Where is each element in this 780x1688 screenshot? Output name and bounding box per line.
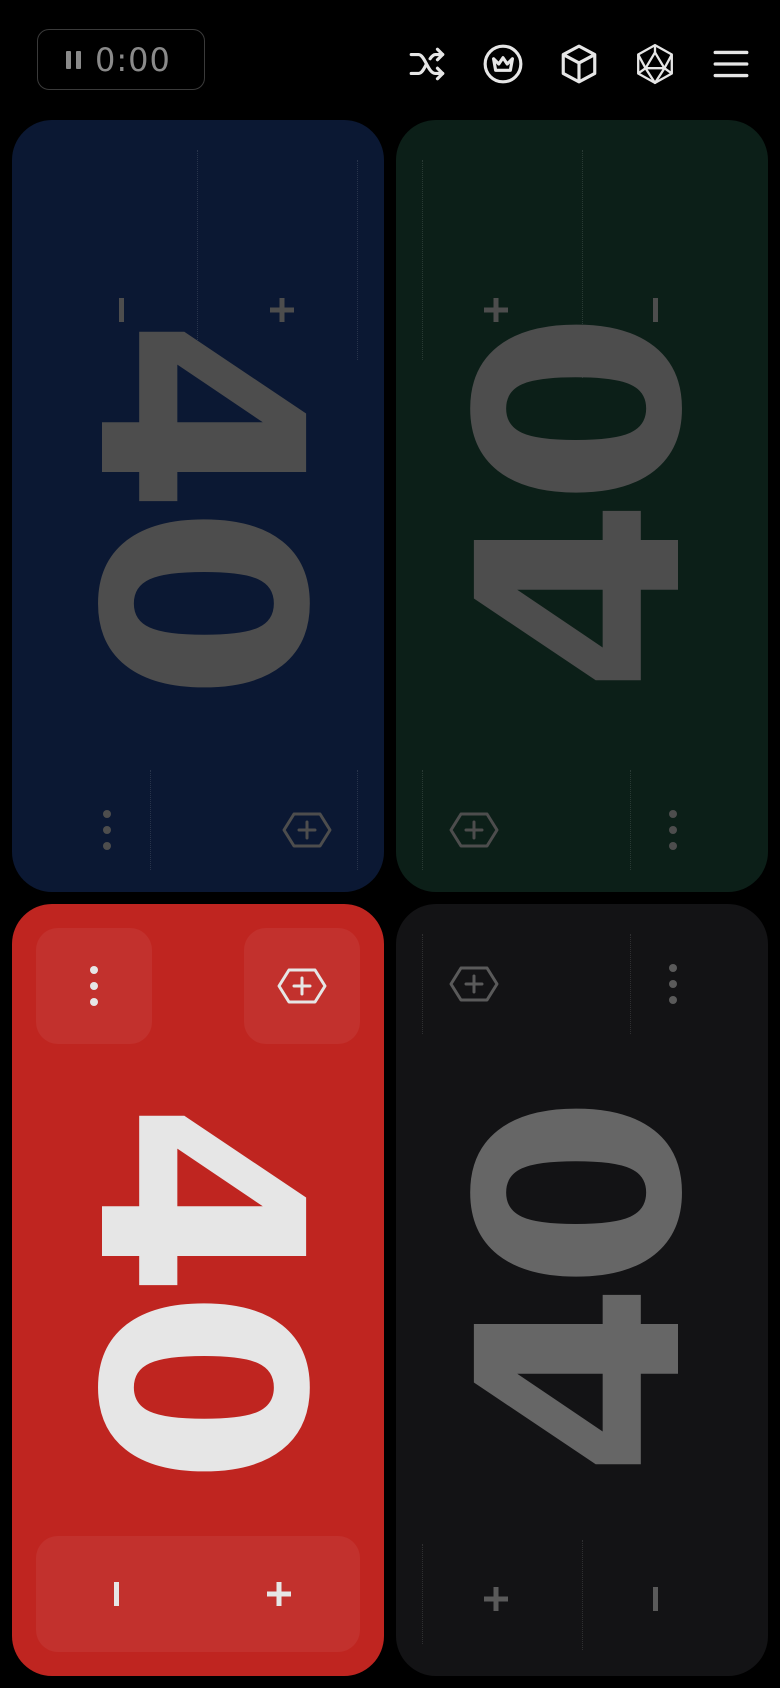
player-4-more-button[interactable] [618,934,728,1034]
counter-add-icon [449,812,499,848]
game-timer-button[interactable]: 0:00 [37,29,205,90]
player-2-counter-button[interactable] [419,780,529,880]
player-4-counter-button[interactable] [419,934,529,1034]
player-2-more-button[interactable] [618,780,728,880]
crown-icon[interactable] [478,39,528,89]
player-1-more-button[interactable] [52,780,162,880]
player-3-panel: 40 [12,904,384,1676]
cube-icon[interactable] [554,39,604,89]
counter-add-icon [282,812,332,848]
player-3-life-total[interactable]: 40 [35,1103,361,1477]
more-vertical-icon [90,966,98,1006]
player-4-panel: 40 [396,904,768,1676]
menu-icon[interactable] [706,39,756,89]
player-1-panel: 40 [12,120,384,892]
minus-icon [114,1582,119,1606]
more-vertical-icon [103,810,111,850]
d20-icon[interactable] [630,39,680,89]
player-4-life-total[interactable]: 40 [419,1103,745,1477]
minus-icon [653,1587,658,1611]
player-1-counter-button[interactable] [252,780,362,880]
more-vertical-icon [669,810,677,850]
player-4-decrease-button[interactable] [596,1544,716,1654]
player-3-decrease-button[interactable] [36,1536,198,1652]
counter-add-icon [449,966,499,1002]
player-2-panel: 40 [396,120,768,892]
player-3-increase-button[interactable] [198,1536,360,1652]
player-4-increase-button[interactable] [436,1544,556,1654]
plus-icon [484,1587,508,1611]
plus-icon [267,1582,291,1606]
more-vertical-icon [669,964,677,1004]
shuffle-icon[interactable] [403,39,453,89]
timer-value: 0:00 [95,40,171,79]
player-3-counter-button[interactable] [244,928,360,1044]
counter-add-icon [277,968,327,1004]
player-2-life-total[interactable]: 40 [419,319,745,693]
player-1-life-total[interactable]: 40 [35,319,361,693]
player-3-more-button[interactable] [36,928,152,1044]
pause-icon [66,50,81,69]
